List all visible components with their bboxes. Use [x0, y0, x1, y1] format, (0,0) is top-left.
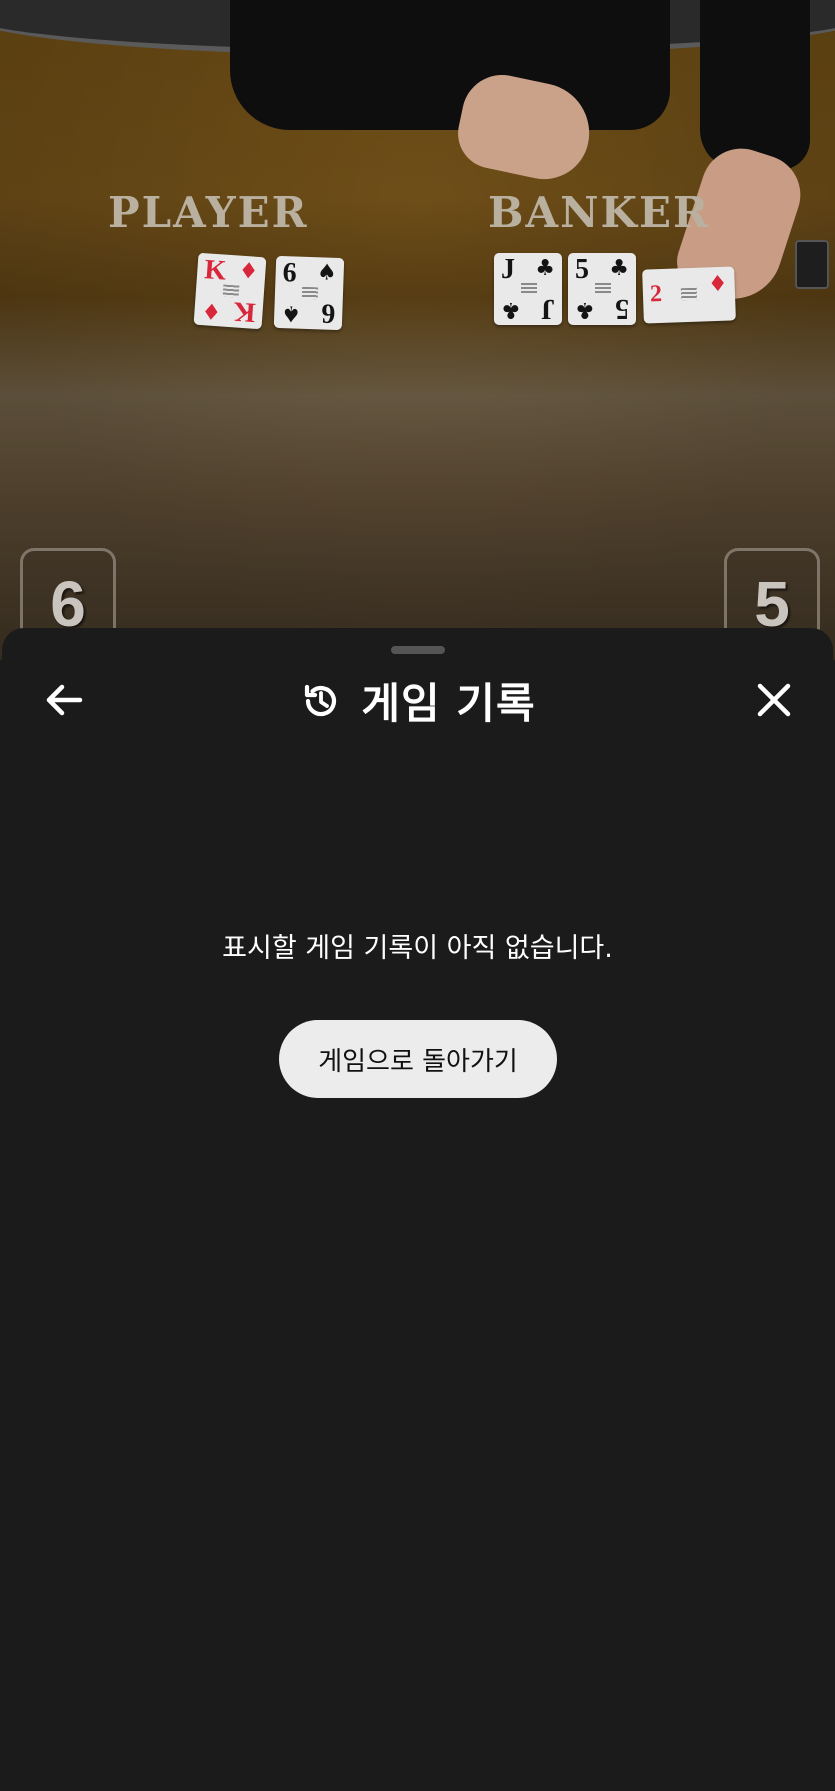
card-shoe [795, 240, 829, 289]
dealer-figure [230, 0, 670, 130]
spade-icon: ♠ [316, 260, 338, 286]
banker-card-1: J ♣ ♣ J [494, 253, 562, 325]
card-rank: 2 [649, 280, 663, 308]
card-rank: 6 [282, 257, 298, 289]
sheet-drag-handle[interactable] [391, 646, 445, 654]
close-button[interactable] [750, 676, 798, 724]
game-history-sheet: 게임 기록 표시할 게임 기록이 아직 없습니다. 게임으로 돌아가기 [2, 628, 833, 1791]
card-center [680, 287, 698, 301]
card-center [595, 283, 611, 295]
card-center [521, 283, 537, 295]
page-title: 게임 기록 [361, 678, 536, 728]
player-card-1: K ♦ ♦ K [193, 252, 267, 330]
card-rank: 6 [320, 297, 336, 329]
close-icon [757, 683, 791, 717]
diamond-icon: ♦ [237, 258, 260, 285]
club-icon: ♣ [575, 297, 595, 322]
diamond-icon: ♦ [707, 271, 729, 298]
history-icon [305, 684, 337, 717]
diamond-icon: ♦ [200, 297, 223, 324]
player-card-2: 6 ♠ ♠ 6 [273, 255, 345, 331]
app-root: PLAYER BANKER K ♦ ♦ K 6 ♠ ♠ 6 J ♣ ♣ J 5 … [0, 0, 835, 1791]
club-icon: ♣ [535, 256, 555, 281]
card-rank: J [541, 293, 555, 324]
card-rank: K [203, 254, 228, 287]
empty-state-message: 표시할 게임 기록이 아직 없습니다. [222, 933, 613, 964]
dealer-sleeve [700, 0, 810, 170]
banker-card-2: 5 ♣ ♣ 5 [568, 253, 636, 325]
player-label: PLAYER [108, 188, 309, 237]
card-center [301, 286, 319, 300]
live-video-feed: PLAYER BANKER K ♦ ♦ K 6 ♠ ♠ 6 J ♣ ♣ J 5 … [0, 0, 835, 660]
banker-card-3: 2 ♦ [642, 266, 736, 324]
banker-label: BANKER [488, 188, 710, 237]
card-rank: J [501, 254, 515, 285]
spade-icon: ♠ [280, 300, 302, 326]
club-icon: ♣ [501, 297, 521, 322]
return-to-game-button[interactable]: 게임으로 돌아가기 [279, 1020, 557, 1098]
card-rank: 5 [575, 254, 589, 285]
club-icon: ♣ [609, 256, 629, 281]
card-rank: K [232, 295, 257, 328]
sheet-header: 게임 기록 [2, 672, 833, 728]
card-rank: 5 [615, 293, 629, 324]
